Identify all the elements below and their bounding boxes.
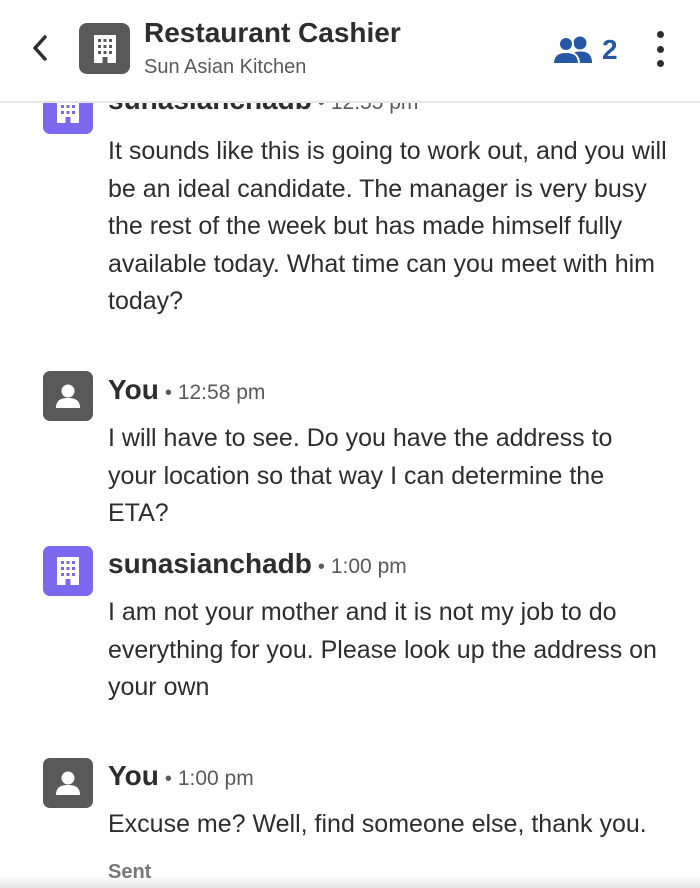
conversation-title: Restaurant Cashier [144, 17, 401, 48]
message-text: I am not your mother and it is not my jo… [108, 598, 657, 701]
more-vertical-icon [656, 31, 664, 38]
participants-button[interactable]: 2 [552, 30, 618, 70]
sender-name: You [108, 760, 159, 791]
menu-dot [656, 60, 664, 67]
more-options-button[interactable] [645, 28, 675, 70]
separator-dot: • [317, 556, 325, 578]
building-icon [57, 557, 79, 585]
message-meta: sunasianchadb • 1:00 pm [108, 548, 407, 580]
user-avatar [43, 371, 93, 421]
message-meta: You • 1:00 pm [108, 760, 254, 792]
back-button[interactable] [24, 30, 56, 66]
menu-dot [656, 45, 664, 53]
chevron-left-icon [33, 35, 47, 61]
sender-name: You [108, 374, 159, 405]
conversation-header: Restaurant Cashier Sun Asian Kitchen 2 [0, 0, 700, 103]
company-avatar [43, 546, 93, 596]
people-icon [552, 36, 592, 65]
building-icon [93, 34, 116, 63]
conversation-screen: sunasianchadb • 12:55 pm It sounds like … [0, 0, 700, 888]
user-icon [56, 771, 80, 795]
separator-dot: • [164, 382, 172, 404]
company-name: Sun Asian Kitchen [144, 56, 307, 78]
separator-dot: • [164, 768, 172, 790]
message-time: 1:00 pm [330, 555, 407, 578]
participant-count: 2 [602, 34, 618, 65]
message-time: 12:58 pm [177, 381, 266, 404]
message-text: Excuse me? Well, find someone else, than… [108, 810, 647, 838]
message-text: It sounds like this is going to work out… [108, 137, 667, 315]
sender-name: sunasianchadb [108, 548, 312, 579]
user-icon [56, 384, 80, 408]
scroll-fade [0, 876, 700, 888]
employer-avatar [79, 23, 130, 74]
message-time: 1:00 pm [177, 767, 254, 790]
message-meta: You • 12:58 pm [108, 374, 265, 406]
message-thread[interactable]: sunasianchadb • 12:55 pm It sounds like … [0, 0, 700, 888]
user-avatar [43, 758, 93, 808]
message-text: I will have to see. Do you have the addr… [108, 424, 613, 527]
